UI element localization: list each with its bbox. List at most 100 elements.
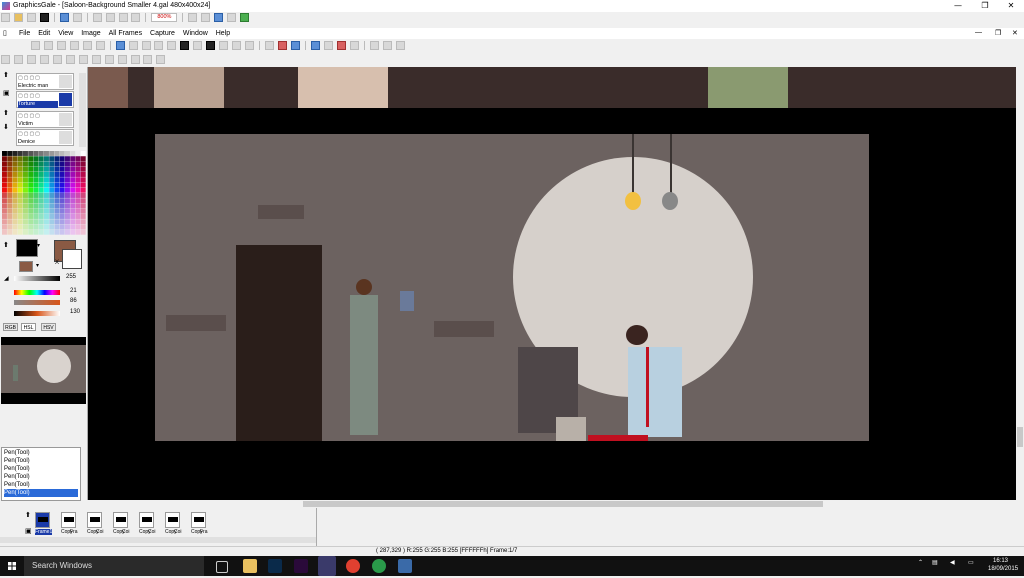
palette-swatch[interactable] <box>12 161 18 167</box>
palette-swatch[interactable] <box>49 187 55 193</box>
new-file-icon[interactable] <box>1 13 10 22</box>
palette-swatch[interactable] <box>12 193 18 198</box>
stop-icon[interactable] <box>156 55 166 64</box>
palette-swatch[interactable] <box>28 203 34 209</box>
image-preview[interactable] <box>1 337 86 404</box>
palette-swatch[interactable] <box>17 203 23 209</box>
clock-time[interactable]: 16:13 <box>993 558 1008 564</box>
palette-swatch[interactable] <box>59 193 65 198</box>
undo-icon[interactable] <box>59 13 69 22</box>
palette-swatch[interactable] <box>54 214 60 219</box>
palette-swatch[interactable] <box>17 182 23 188</box>
palette-swatch[interactable] <box>59 229 65 235</box>
palette-swatch[interactable] <box>75 214 81 219</box>
palette-swatch[interactable] <box>28 187 34 193</box>
palette-swatch[interactable] <box>49 198 55 204</box>
palette-swatch[interactable] <box>65 229 70 235</box>
layer-trash-icon[interactable]: ▣ <box>3 89 10 97</box>
layer-toggle-icons[interactable]: ▢▢▢▢ <box>18 93 56 99</box>
palette-swatch[interactable] <box>65 182 70 188</box>
palette-swatch[interactable] <box>75 193 81 198</box>
arrow-up-icon[interactable] <box>382 41 392 50</box>
ellipse-tool-icon[interactable] <box>193 41 203 50</box>
palette-swatch[interactable] <box>75 187 81 193</box>
palette-swatch[interactable] <box>54 151 60 156</box>
fill-ellipse-icon[interactable] <box>206 41 216 50</box>
palette-swatch[interactable] <box>2 151 7 156</box>
frame-icon[interactable] <box>227 13 237 22</box>
palette-swatch[interactable] <box>54 198 60 204</box>
palette-swatch[interactable] <box>38 198 44 204</box>
palette-swatch[interactable] <box>80 198 86 204</box>
palette-swatch[interactable] <box>7 214 13 219</box>
layer-row[interactable]: ▢▢▢▢ Electric man <box>16 73 74 90</box>
arrow-down-icon[interactable] <box>369 41 379 50</box>
palette-swatch[interactable] <box>7 166 13 172</box>
palette-swatch[interactable] <box>33 161 39 167</box>
palette-swatch[interactable] <box>28 161 34 167</box>
paste-icon[interactable] <box>118 13 128 22</box>
palette-swatch[interactable] <box>38 224 44 230</box>
palette-swatch[interactable] <box>44 224 49 230</box>
palette-swatch[interactable] <box>12 208 18 214</box>
layer-row[interactable]: ▢▢▢▢ Denice <box>16 129 74 146</box>
rect-tool-icon[interactable] <box>167 41 177 50</box>
palette-swatch[interactable] <box>23 182 28 188</box>
gradient-tool-icon[interactable] <box>232 41 242 50</box>
palette-swatch[interactable] <box>38 208 44 214</box>
frame-grid-icon[interactable] <box>26 55 36 64</box>
palette-swatch[interactable] <box>80 203 86 209</box>
palette-swatch[interactable] <box>33 156 39 162</box>
palette-swatch[interactable] <box>44 214 49 219</box>
palette-swatch[interactable] <box>49 203 55 209</box>
filter2-icon[interactable] <box>323 41 333 50</box>
palette-swatch[interactable] <box>7 219 13 225</box>
maximize-button[interactable]: ❐ <box>973 0 997 12</box>
photoshop-icon[interactable] <box>268 559 282 573</box>
palette-swatch[interactable] <box>59 172 65 177</box>
frame-options-icon[interactable] <box>13 55 23 64</box>
palette-swatch[interactable] <box>44 177 49 183</box>
chrome-icon[interactable] <box>346 559 360 573</box>
palette-swatch[interactable] <box>49 166 55 172</box>
swap-colors-button[interactable]: X <box>55 260 59 266</box>
layer-up-icon[interactable]: ⬆ <box>3 71 9 79</box>
palette-swatch[interactable] <box>17 193 23 198</box>
history-item[interactable]: Pen(Tool) <box>4 473 78 481</box>
palette-swatch[interactable] <box>2 203 7 209</box>
layer-row[interactable]: ▢▢▢▢ Torture <box>16 91 74 108</box>
saturation-slider[interactable] <box>14 300 60 305</box>
palette-swatch[interactable] <box>7 182 13 188</box>
eyedropper-icon[interactable] <box>290 41 300 50</box>
palette-swatch[interactable] <box>70 182 76 188</box>
palette-swatch[interactable] <box>44 203 49 209</box>
palette-swatch[interactable] <box>38 203 44 209</box>
palette-swatch[interactable] <box>75 182 81 188</box>
palette-swatch[interactable] <box>65 203 70 209</box>
palette-swatch[interactable] <box>65 224 70 230</box>
spotify-icon[interactable] <box>372 559 386 573</box>
palette-swatch[interactable] <box>65 198 70 204</box>
palette-swatch[interactable] <box>59 187 65 193</box>
palette-swatch[interactable] <box>23 203 28 209</box>
brush-tool-icon[interactable] <box>128 41 138 50</box>
palette-swatch[interactable] <box>23 219 28 225</box>
palette-swatch[interactable] <box>70 229 76 235</box>
palette-swatch[interactable] <box>54 219 60 225</box>
palette-swatch[interactable] <box>80 156 86 162</box>
palette-swatch[interactable] <box>75 208 81 214</box>
palette-swatch[interactable] <box>80 193 86 198</box>
palette-swatch[interactable] <box>28 151 34 156</box>
palette-swatch[interactable] <box>23 229 28 235</box>
palette-swatch[interactable] <box>28 172 34 177</box>
clock-date[interactable]: 18/09/2015 <box>988 566 1018 572</box>
palette-swatch[interactable] <box>65 166 70 172</box>
task-view-icon[interactable] <box>216 561 228 573</box>
transparent-color-swatch[interactable] <box>62 249 82 269</box>
palette-swatch[interactable] <box>38 229 44 235</box>
palette-swatch[interactable] <box>80 229 86 235</box>
last-frame-icon[interactable] <box>78 55 88 64</box>
play-icon[interactable] <box>143 55 153 64</box>
menu-edit[interactable]: Edit <box>35 28 53 39</box>
layer-toggle-icons[interactable]: ▢▢▢▢ <box>18 113 56 119</box>
